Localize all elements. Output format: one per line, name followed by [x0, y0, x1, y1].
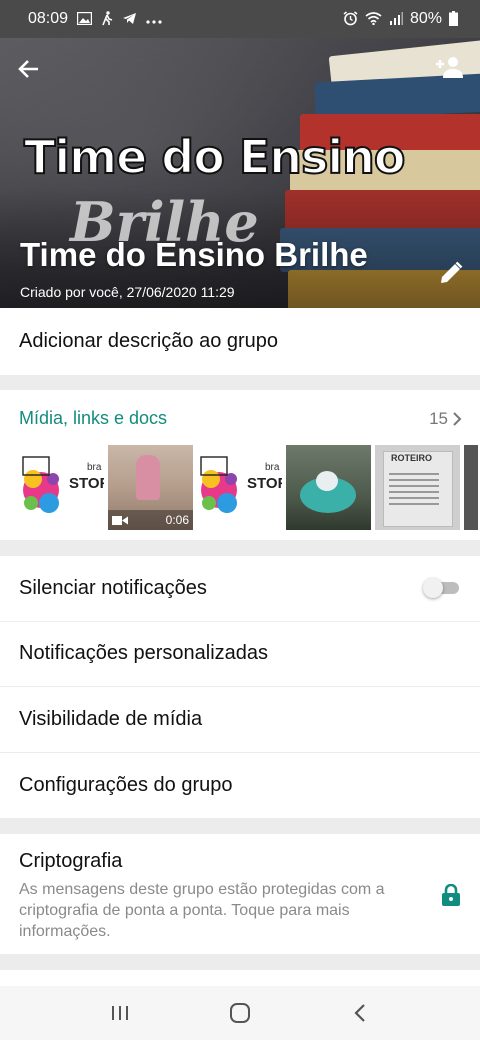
custom-notifications-row[interactable]: Notificações personalizadas — [0, 622, 480, 687]
recent-apps-icon — [112, 1006, 128, 1020]
document-lines — [389, 473, 439, 475]
group-settings-label: Configurações do grupo — [19, 773, 233, 796]
media-count-value: 15 — [429, 408, 448, 428]
media-section: Mídia, links e docs 15 bra STOR 0:06 — [0, 390, 480, 540]
add-participant-button[interactable] — [434, 56, 464, 86]
signal-icon — [389, 11, 403, 27]
media-thumbnail[interactable]: bra STOR — [19, 445, 104, 530]
thumb-label: STOR — [247, 475, 282, 492]
cake-topping — [316, 471, 338, 491]
video-duration: 0:06 — [165, 513, 189, 527]
home-button[interactable] — [220, 998, 260, 1028]
chevron-left-icon — [354, 1004, 365, 1022]
back-nav-button[interactable] — [340, 998, 380, 1028]
encryption-row[interactable]: Criptografia As mensagens deste grupo es… — [0, 834, 480, 954]
video-camera-icon — [112, 515, 128, 525]
mute-notifications-row[interactable]: Silenciar notificações — [0, 556, 480, 622]
system-navigation-bar — [0, 986, 480, 1040]
battery-percent: 80% — [409, 10, 442, 27]
walking-icon — [101, 10, 113, 28]
recent-apps-button[interactable] — [100, 998, 140, 1028]
custom-notifications-label: Notificações personalizadas — [19, 642, 269, 665]
add-description-row[interactable]: Adicionar descrição ao grupo — [0, 308, 480, 375]
media-thumbnails: bra STOR 0:06 bra STOR ROTEIRO — [19, 445, 478, 530]
mute-notifications-label: Silenciar notificações — [19, 576, 207, 599]
thumb-label-small: bra — [265, 462, 280, 473]
image-icon — [76, 11, 93, 27]
document-title: ROTEIRO — [391, 453, 433, 463]
group-header: Time do Ensino Brilhe Time do Ensino Bri… — [0, 38, 480, 308]
chevron-right-icon — [453, 411, 462, 426]
media-thumbnail[interactable] — [286, 445, 371, 530]
thumb-label-small: bra — [87, 462, 102, 473]
settings-section: Silenciar notificações Notificações pers… — [0, 556, 480, 818]
add-person-icon — [436, 57, 463, 78]
group-name: Time do Ensino Brilhe — [20, 236, 368, 273]
image-text-title: Time do Ensino — [23, 129, 407, 185]
media-visibility-label: Visibilidade de mídia — [19, 707, 203, 730]
status-bar: 08:09 80% — [0, 0, 480, 38]
add-description-label: Adicionar descrição ao grupo — [19, 330, 279, 352]
battery-icon — [449, 10, 458, 28]
media-header[interactable]: Mídia, links e docs 15 — [0, 390, 480, 429]
media-count[interactable]: 15 — [429, 409, 462, 429]
media-thumbnail[interactable] — [464, 445, 478, 530]
toggle-knob — [423, 578, 443, 599]
more-dots-icon — [146, 12, 162, 26]
mute-toggle[interactable] — [423, 578, 461, 599]
thumb-label: STOR — [69, 475, 104, 492]
group-settings-row[interactable]: Configurações do grupo — [0, 753, 480, 819]
encryption-description: As mensagens deste grupo estão protegida… — [19, 881, 385, 940]
telegram-icon — [122, 12, 137, 27]
video-overlay: 0:06 — [108, 510, 193, 530]
drink-glass — [136, 455, 160, 500]
status-time: 08:09 — [28, 10, 69, 27]
alarm-icon — [343, 10, 358, 28]
home-icon — [230, 1003, 250, 1023]
group-created-info: Criado por você, 27/06/2020 11:29 — [20, 284, 235, 300]
edit-group-button[interactable] — [438, 260, 466, 288]
media-thumbnail-video[interactable]: 0:06 — [108, 445, 193, 530]
pencil-icon — [441, 261, 463, 283]
lock-icon — [441, 883, 461, 906]
wifi-icon — [365, 11, 382, 27]
arrow-back-icon — [18, 60, 38, 78]
next-section-edge — [0, 970, 480, 986]
back-button[interactable] — [18, 56, 48, 86]
encryption-title: Criptografia — [19, 850, 123, 872]
media-thumbnail[interactable]: ROTEIRO — [375, 445, 460, 530]
media-thumbnail[interactable]: bra STOR — [197, 445, 282, 530]
media-visibility-row[interactable]: Visibilidade de mídia — [0, 687, 480, 753]
media-title: Mídia, links e docs — [19, 408, 168, 428]
